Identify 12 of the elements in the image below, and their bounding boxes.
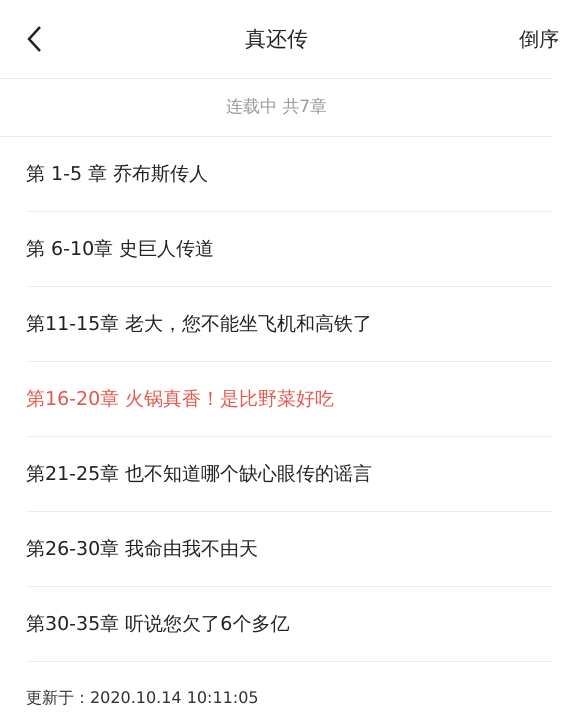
chapter-item[interactable]: 第16-20章 火锅真香！是比野菜好吃 xyxy=(26,362,553,437)
back-icon[interactable] xyxy=(26,25,42,53)
book-title: 真还传 xyxy=(245,26,308,53)
chapter-item[interactable]: 第21-25章 也不知道哪个缺心眼传的谣言 xyxy=(26,437,553,512)
reverse-order-button[interactable]: 倒序 xyxy=(519,26,559,52)
chapter-item[interactable]: 第30-35章 听说您欠了6个多亿 xyxy=(26,587,553,662)
chapter-status: 连载中 共7章 xyxy=(0,79,553,137)
chapter-item[interactable]: 第 1-5 章 乔布斯传人 xyxy=(26,137,553,212)
chapter-item[interactable]: 第11-15章 老大，您不能坐飞机和高铁了 xyxy=(26,287,553,362)
chapter-item[interactable]: 第26-30章 我命由我不由天 xyxy=(26,512,553,587)
update-time: 更新于：2020.10.14 10:11:05 xyxy=(25,688,260,709)
chapter-item[interactable]: 第 6-10章 史巨人传道 xyxy=(26,212,553,287)
